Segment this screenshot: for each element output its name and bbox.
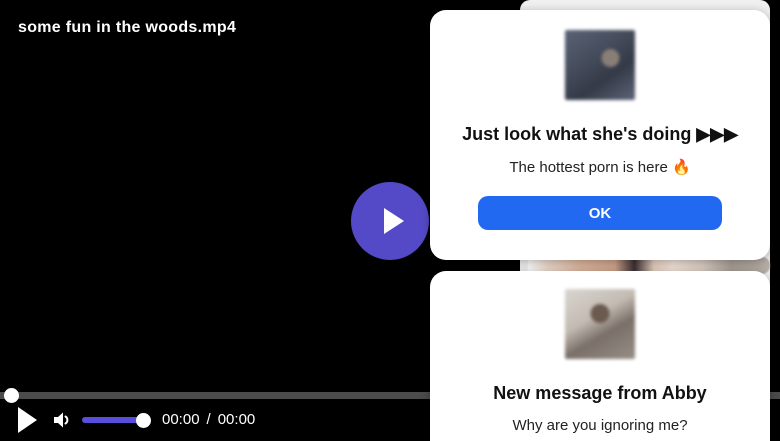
play-icon: [383, 208, 404, 234]
progress-handle[interactable]: [4, 388, 19, 403]
duration: 00:00: [217, 411, 256, 428]
promo-popup: Just look what she's doing ▶▶▶ The hotte…: [430, 10, 770, 260]
message-heading: New message from Abby: [493, 383, 707, 403]
time-display: 00:00 / 00:00: [162, 411, 255, 428]
promo-thumbnail-image[interactable]: [565, 30, 635, 100]
big-play-button[interactable]: [351, 182, 429, 260]
volume-button[interactable]: [50, 408, 74, 432]
play-button[interactable]: [18, 407, 37, 433]
video-page: some fun in the woods.mp4 00:00 / 00:00 …: [0, 0, 780, 441]
volume-handle[interactable]: [136, 413, 151, 428]
message-popup: New message from Abby Why are you ignori…: [430, 271, 770, 441]
promo-subtext: The hottest porn is here 🔥: [509, 159, 691, 176]
promo-heading: Just look what she's doing ▶▶▶: [462, 124, 738, 144]
video-title: some fun in the woods.mp4: [18, 19, 237, 36]
volume-icon: [54, 412, 69, 428]
message-thumbnail-image[interactable]: [565, 289, 635, 359]
current-time: 00:00: [162, 411, 200, 428]
message-subtext: Why are you ignoring me?: [512, 417, 688, 434]
time-separator: /: [206, 411, 211, 428]
ok-button[interactable]: OK: [478, 196, 722, 230]
